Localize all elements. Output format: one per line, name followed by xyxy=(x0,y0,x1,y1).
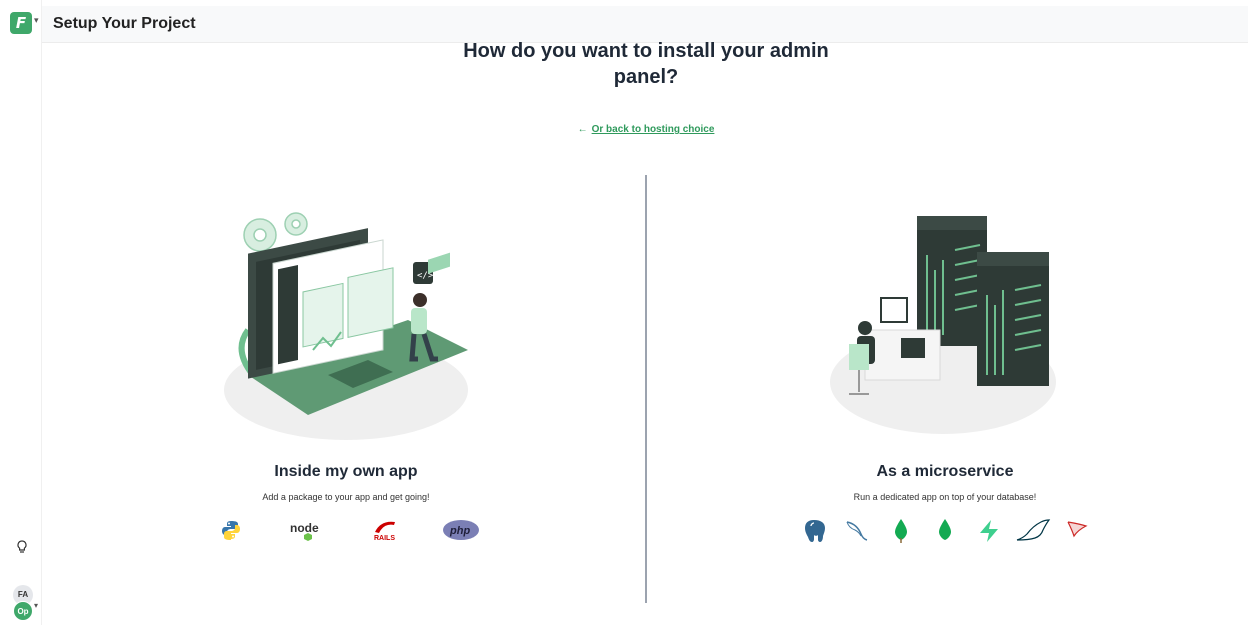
mysql-icon xyxy=(844,518,870,544)
back-to-hosting-link[interactable]: ← Or back to hosting choice xyxy=(560,124,732,135)
option-title: As a microservice xyxy=(876,463,1014,480)
sqlserver-icon xyxy=(1063,518,1089,544)
chevron-down-icon[interactable]: ▾ xyxy=(34,15,39,26)
rails-icon: RAILS xyxy=(371,518,399,542)
back-link-label: Or back to hosting choice xyxy=(591,124,715,135)
lightbulb-icon[interactable] xyxy=(16,540,28,557)
sidebar: F ▾ FA Op ▾ xyxy=(0,0,42,625)
postgresql-icon xyxy=(802,518,826,544)
option-subtitle: Add a package to your app and get going! xyxy=(262,492,430,502)
server-rack-illustration xyxy=(830,216,1056,434)
install-question-heading: How do you want to install your admin pa… xyxy=(463,40,829,88)
python-icon xyxy=(220,519,242,541)
arrow-left-icon: ← xyxy=(577,124,588,135)
supabase-icon xyxy=(977,518,1001,544)
workspace-chevron-icon[interactable]: ▾ xyxy=(34,601,38,610)
node-icon: node xyxy=(287,518,327,542)
developer-laptop-illustration: </> xyxy=(224,212,468,440)
options-divider xyxy=(645,175,647,603)
php-label: php xyxy=(449,525,470,537)
option-subtitle: Run a dedicated app on top of your datab… xyxy=(853,492,1037,502)
mariadb-icon xyxy=(1015,518,1051,544)
mongodb-icon xyxy=(892,518,910,544)
page-title: Setup Your Project xyxy=(53,15,196,32)
app-logo[interactable]: F xyxy=(10,12,32,34)
option-title: Inside my own app xyxy=(274,463,418,480)
mongodb-alt-icon xyxy=(936,518,954,544)
workspace-avatar[interactable]: Op xyxy=(13,601,33,621)
php-icon: php xyxy=(442,519,480,541)
node-label: node xyxy=(290,521,319,535)
rails-label: RAILS xyxy=(374,535,395,542)
